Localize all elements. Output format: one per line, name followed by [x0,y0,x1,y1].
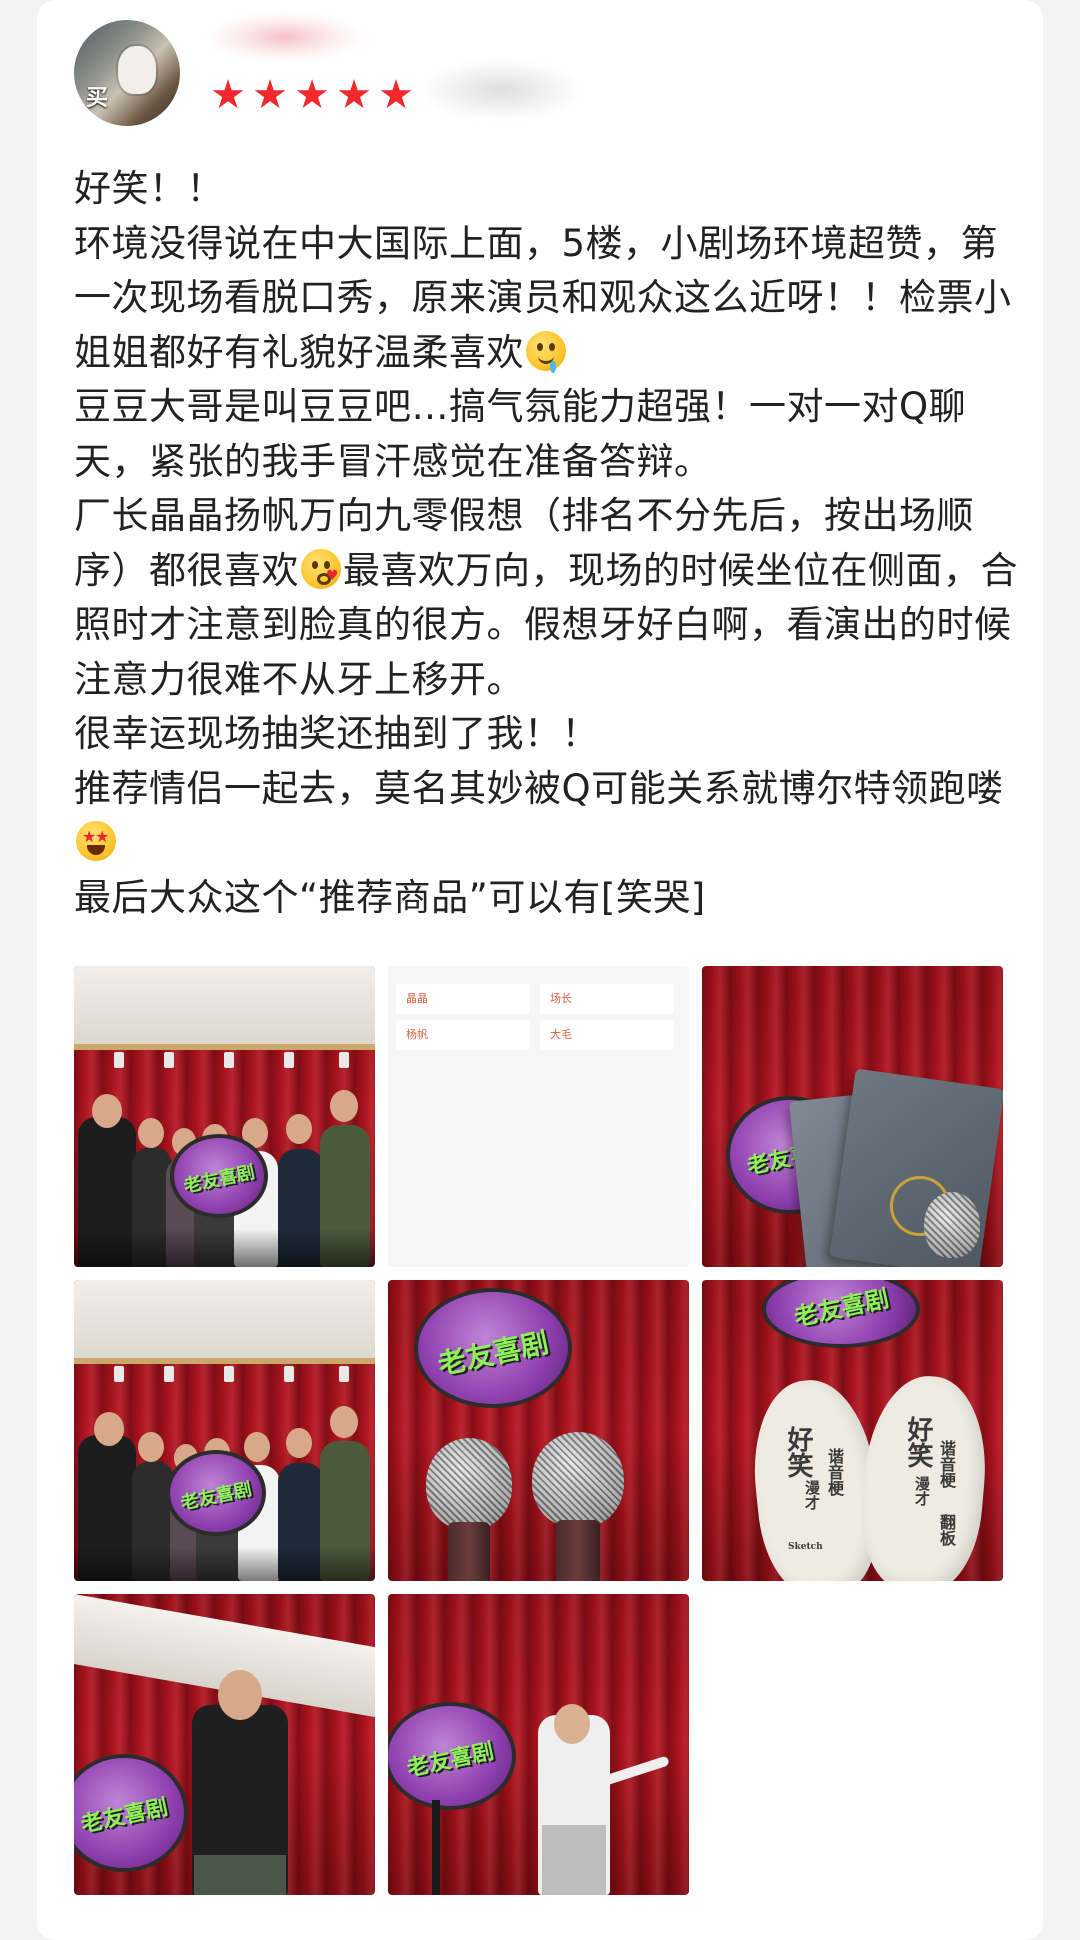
photo-grid: 老友喜剧 晶晶 场长 杨帆 大毛 老友喜剧 老友喜剧 老友喜剧 老友喜剧 好笑 … [74,966,1018,1902]
fan-text: 好笑 [903,1416,933,1468]
avatar-dog-image [118,46,156,94]
lineup-name: 场长 [540,984,674,1014]
star-icon: ★ [378,72,414,118]
avatar-caption: 买 [86,86,109,111]
fan-text: 漫才 [803,1480,821,1510]
photo-group-on-stage-1[interactable]: 老友喜剧 [74,966,375,1267]
fan-text: 谐音梗 [825,1448,844,1496]
photo-comedian-performing-1[interactable]: 老友喜剧 [74,1594,375,1895]
review-line: 很幸运现场抽奖还抽到了我！！ [74,707,1024,762]
review-text: 很幸运现场抽奖还抽到了我！！ [74,712,599,755]
lineup-name: 晶晶 [396,984,530,1014]
review-line: 推荐情侣一起去，莫名其妙被Q可能关系就博尔特领跑喽 ★ ★ [74,762,1024,871]
photo-two-microphones[interactable]: 老友喜剧 [388,1280,689,1581]
drooling-face-emoji-icon [526,330,566,373]
kissing-face-emoji-icon: ♥ [301,548,341,589]
photo-envelopes-and-mic[interactable]: 老友喜剧 [702,966,1003,1267]
lineup-name: 杨帆 [396,1020,530,1050]
review-meta-blurred [426,62,576,118]
fan-text: Sketch [788,1542,823,1552]
review-card: 买 ★ ★ ★ ★ ★ 好笑！！ 环境没得说在中大国际上面，5楼，小剧场环境超赞… [37,0,1043,1940]
photo-group-on-stage-2[interactable]: 老友喜剧 [74,1280,375,1581]
rating-stars: ★ ★ ★ ★ ★ [209,72,415,120]
review-text: 好笑！！ [74,167,224,210]
star-icon: ★ [336,72,372,118]
review-line: 豆豆大哥是叫豆豆吧…搞气氛能力超强！一对一对Q聊天，紧张的我手冒汗感觉在准备答辩… [74,380,1024,489]
review-text: 最后大众这个“推荐商品”可以有[笑哭] [74,875,706,919]
review-text: 推荐情侣一起去，莫名其妙被Q可能关系就博尔特领跑喽 [74,766,1004,810]
star-icon: ★ [210,72,246,118]
review-line: 最后大众这个“推荐商品”可以有[笑哭] [74,871,1024,926]
photo-comedian-performing-2[interactable]: 老友喜剧 [388,1594,689,1895]
review-line: 环境没得说在中大国际上面，5楼，小剧场环境超赞，第一次现场看脱口秀，原来演员和观… [74,217,1024,381]
fan-text: 翻板 [937,1514,956,1546]
sign-text: 老友喜剧 [404,1739,497,1782]
review-line: 厂长晶晶扬帆万向九零假想（排名不分先后，按出场顺序）都很喜欢 ♥ 最喜欢万向，现场的… [74,489,1024,707]
review-text: 豆豆大哥是叫豆豆吧…搞气氛能力超强！一对一对Q聊天，紧张的我手冒汗感觉在准备答辩… [74,385,967,483]
review-line: 好笑！！ [74,162,1024,217]
sign-text: 老友喜剧 [181,1162,257,1198]
username-blurred [210,14,360,60]
sign-text: 老友喜剧 [178,1478,254,1515]
sign-text: 老友喜剧 [791,1284,892,1332]
sign-text: 老友喜剧 [78,1794,171,1838]
photo-paper-fans[interactable]: 老友喜剧 好笑 谐音梗 漫才 Sketch 好笑 谐音梗 漫才 翻板 [702,1280,1003,1581]
review-body: 好笑！！ 环境没得说在中大国际上面，5楼，小剧场环境超赞，第一次现场看脱口秀，原… [74,162,1024,925]
user-avatar[interactable]: 买 [74,20,180,126]
star-struck-emoji-icon: ★ ★ [76,821,116,861]
fan-text: 漫才 [913,1476,931,1506]
fan-text: 好笑 [783,1426,813,1478]
star-icon: ★ [252,72,288,118]
photo-lineup-screenshot[interactable]: 晶晶 场长 杨帆 大毛 [388,966,689,1267]
lineup-name: 大毛 [540,1020,674,1050]
fan-text: 谐音梗 [937,1440,956,1488]
star-icon: ★ [294,72,330,118]
sign-text: 老友喜剧 [435,1325,552,1382]
